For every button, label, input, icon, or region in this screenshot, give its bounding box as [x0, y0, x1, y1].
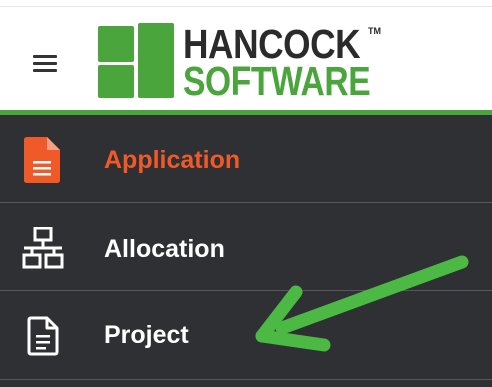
file-text-icon	[27, 316, 59, 356]
nav-item-label: Application	[104, 146, 241, 174]
document-icon	[24, 137, 60, 183]
nav-separator	[0, 379, 492, 380]
nav-item-label: Allocation	[104, 235, 225, 263]
nav-item-allocation[interactable]: Allocation	[0, 203, 492, 290]
logo-mark-icon	[98, 23, 174, 98]
app-window: HANCOCK TM SOFTWARE Application Allocati…	[0, 0, 492, 387]
nav-item-label: Project	[104, 321, 189, 349]
hamburger-icon[interactable]	[33, 55, 57, 73]
sidebar-nav: Application Allocation Project	[0, 115, 492, 387]
hamburger-bar	[33, 69, 57, 72]
top-border	[0, 6, 492, 7]
network-icon	[22, 227, 64, 269]
logo-text-software: SOFTWARE	[183, 58, 371, 104]
hancock-software-logo[interactable]: HANCOCK TM SOFTWARE	[97, 22, 397, 104]
nav-item-application[interactable]: Application	[0, 115, 492, 202]
nav-item-project[interactable]: Project	[0, 291, 492, 378]
hamburger-bar	[33, 62, 57, 65]
logo-trademark: TM	[368, 26, 381, 36]
header: HANCOCK TM SOFTWARE	[0, 0, 492, 110]
hamburger-bar	[33, 55, 57, 58]
